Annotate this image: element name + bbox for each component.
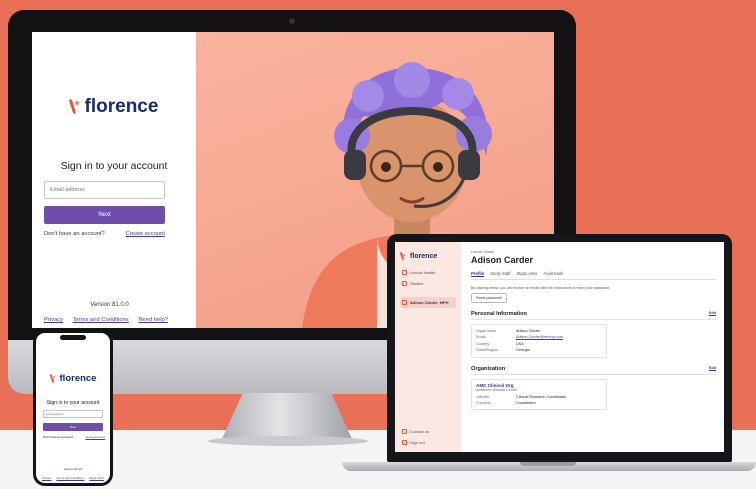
info-value: Georgia xyxy=(516,348,530,353)
florence-logo: florence xyxy=(32,96,196,118)
organization-subtitle: Academic Medical Center xyxy=(476,387,517,392)
laptop: florence Lincoln Health Studies Adison C… xyxy=(387,234,732,462)
monitor-stand-base xyxy=(208,436,368,446)
breadcrumb[interactable]: Lincoln Health xyxy=(471,250,716,254)
webcam xyxy=(289,18,295,24)
page-title: Sign in to your account xyxy=(60,160,168,172)
info-value: Coordinator xyxy=(516,401,536,406)
profile-tabs: Profile Study Staff Study roles Audit tr… xyxy=(471,271,716,280)
logo-wordmark: florence xyxy=(410,252,438,260)
organization-card: AMC Clinical Org Academic Medical Center… xyxy=(471,378,607,411)
folder-icon xyxy=(402,281,407,286)
logo-wordmark: florence xyxy=(59,373,97,384)
florence-logo: florence xyxy=(400,251,456,261)
signup-row: Don't have an account? Create account xyxy=(43,435,105,439)
monitor-stand xyxy=(222,393,352,439)
section-title: Organization xyxy=(471,365,506,372)
info-label: State/Region xyxy=(476,348,498,353)
laptop-notch xyxy=(520,462,576,466)
building-icon xyxy=(402,270,407,275)
sidebar-item-label: Studies xyxy=(410,281,424,286)
info-label: Function xyxy=(476,401,491,406)
version-text: Version 81.0.0 xyxy=(90,302,129,308)
sidebar-item-sign-out[interactable]: Sign out xyxy=(400,437,431,448)
sidebar-item-label: Lincoln Health xyxy=(410,270,436,275)
edit-organization-link[interactable]: Edit xyxy=(709,366,716,372)
info-row: Function Coordinator xyxy=(476,400,602,406)
user-icon xyxy=(402,300,407,305)
phone-screen: florence Sign in to your account Next Do… xyxy=(36,333,110,483)
florence-flame-icon xyxy=(400,251,406,261)
terms-link[interactable]: Terms and Conditions xyxy=(56,476,84,480)
next-button[interactable]: Next xyxy=(43,423,103,431)
email-input[interactable] xyxy=(43,410,103,418)
tab-study-staff[interactable]: Study Staff xyxy=(490,271,510,277)
section-title: Personal Information xyxy=(471,311,527,317)
footer-links: Privacy Terms and Conditions Need help? xyxy=(44,317,168,323)
tab-audit-trails[interactable]: Audit trails xyxy=(543,271,563,277)
sidebar-item-lincoln-health[interactable]: Lincoln Health xyxy=(400,267,456,278)
sidebar-item-contact-us[interactable]: Contact us xyxy=(400,426,431,437)
sign-out-icon xyxy=(402,440,407,445)
help-link[interactable]: Need help? xyxy=(89,476,104,480)
sidebar: florence Lincoln Health Studies Adison C… xyxy=(395,242,461,452)
sidebar-item-studies[interactable]: Studies xyxy=(400,278,456,289)
reset-note: By clicking below, you will receive an e… xyxy=(471,286,611,290)
laptop-screen: florence Lincoln Health Studies Adison C… xyxy=(395,242,724,452)
sidebar-item-label: Adison Carder, MPH xyxy=(410,300,449,305)
footer-links: Privacy Terms and Conditions Need help? xyxy=(42,476,104,480)
sidebar-item-label: Contact us xyxy=(410,429,430,434)
mobile-phone: florence Sign in to your account Next Do… xyxy=(33,330,113,486)
privacy-link[interactable]: Privacy xyxy=(42,476,51,480)
signup-row: Don't have an account? Create account xyxy=(44,231,165,237)
no-account-text: Don't have an account? xyxy=(44,231,105,237)
create-account-link[interactable]: Create account xyxy=(126,231,165,237)
organization-header: Organization Edit xyxy=(471,366,716,375)
page-title: Adison Carder xyxy=(471,255,534,265)
tab-profile[interactable]: Profile xyxy=(471,271,485,277)
create-account-link[interactable]: Create account xyxy=(85,435,105,439)
personal-info-card: Legal name Adison Carder Email Adison.Card… xyxy=(471,324,607,358)
info-row: State/Region Georgia xyxy=(476,347,602,353)
florence-logo: florence xyxy=(36,373,110,384)
profile-main: Lincoln Health Adison Carder Profile Stu… xyxy=(471,250,716,411)
sidebar-item-label: Sign out xyxy=(410,440,425,445)
help-icon xyxy=(402,429,407,434)
personal-info-header: Personal Information Edit xyxy=(471,311,716,320)
florence-flame-icon xyxy=(50,373,56,384)
page-title: Sign in to your account xyxy=(46,400,100,406)
version-text: Version 81.0.0 xyxy=(63,467,83,471)
sidebar-nav: Lincoln Health Studies Adison Carder, MP… xyxy=(400,267,456,308)
edit-personal-info-link[interactable]: Edit xyxy=(709,311,716,317)
help-link[interactable]: Need help? xyxy=(138,317,168,323)
next-button[interactable]: Next xyxy=(44,206,165,224)
logo-wordmark: florence xyxy=(84,96,159,117)
sidebar-bottom: Contact us Sign out xyxy=(400,426,431,448)
phone-notch xyxy=(60,335,86,340)
privacy-link[interactable]: Privacy xyxy=(44,317,63,323)
login-panel: florence Sign in to your account Next Do… xyxy=(32,32,196,328)
florence-flame-icon xyxy=(70,98,81,116)
tab-study-roles[interactable]: Study roles xyxy=(516,271,537,277)
email-input[interactable] xyxy=(44,181,165,199)
terms-link[interactable]: Terms and Conditions xyxy=(73,317,129,323)
no-account-text: Don't have an account? xyxy=(43,435,74,439)
reset-password-button[interactable]: Reset password xyxy=(471,293,507,303)
sidebar-item-user-profile[interactable]: Adison Carder, MPH xyxy=(400,297,456,308)
